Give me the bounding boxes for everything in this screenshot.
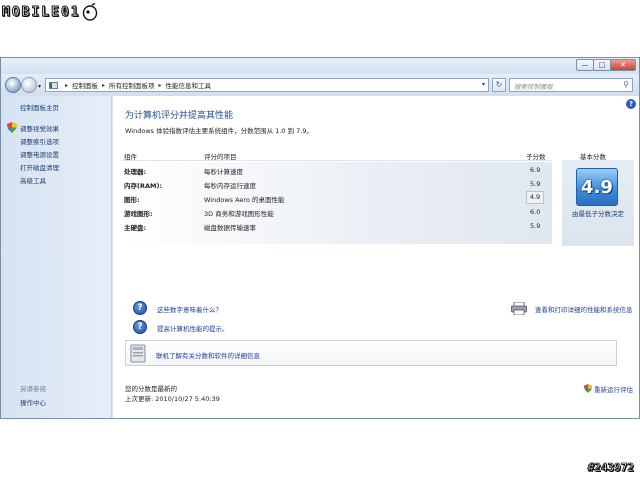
online-info-box[interactable]: 联机了解有关分数和软件的详细信息 xyxy=(125,340,617,366)
table-row: 处理器: 每秒计算速度 6.9 xyxy=(122,163,552,177)
help-question-icon: ? xyxy=(133,320,147,334)
breadcrumb-all-items[interactable]: 所有控制面板项 xyxy=(109,80,155,90)
row-subscore: 5.9 xyxy=(530,180,541,188)
breadcrumb-control-panel[interactable]: 控制面板 xyxy=(72,80,98,90)
sidebar-item-home[interactable]: 控制面板主页 xyxy=(20,102,59,112)
table-row: 主硬盘: 磁盘数据传输速率 5.9 xyxy=(122,219,552,233)
base-score-badge: 4.9 xyxy=(576,168,618,206)
row-rated-item: 3D 商务和游戏图形性能 xyxy=(204,210,274,218)
table-header: 组件 评分的项目 子分数 xyxy=(122,150,552,161)
uac-shield-icon xyxy=(584,384,592,393)
forward-arrow-icon: › xyxy=(27,80,31,90)
address-dropdown-icon[interactable]: ▾ xyxy=(482,81,485,88)
search-input[interactable]: 搜索控制面板 ⚲ xyxy=(509,78,633,92)
score-status: 您的分数是最新的 xyxy=(125,385,177,393)
see-also-heading: 另请参阅 xyxy=(20,385,46,393)
base-score-caption: 由最低子分数决定 xyxy=(572,210,624,218)
score-table: 组件 评分的项目 子分数 处理器: 每秒计算速度 6.9 内存(RAM): 每秒… xyxy=(122,150,634,274)
sidebar-item-power[interactable]: 调整电源设置 xyxy=(20,149,59,159)
row-rated-item: 磁盘数据传输速率 xyxy=(204,224,256,232)
table-row: 内存(RAM): 每秒内存运行速度 5.9 xyxy=(122,177,552,191)
back-arrow-icon: ‹ xyxy=(11,80,15,90)
breadcrumb-separator[interactable]: ▸ xyxy=(102,82,105,89)
header-subscore: 子分数 xyxy=(526,153,546,161)
logo-text: MOBILE01 xyxy=(2,4,81,20)
breadcrumb-separator[interactable]: ▸ xyxy=(65,82,68,89)
base-score-panel: 4.9 由最低子分数决定 xyxy=(562,160,634,246)
computer-icon xyxy=(130,344,146,363)
row-rated-item: 每秒计算速度 xyxy=(204,168,243,176)
header-rated-item: 评分的项目 xyxy=(204,153,237,161)
main-content: ? 为计算机评分并提高其性能 Windows 体验指数评估主要系统组件，分数范围… xyxy=(113,96,639,418)
recent-pages-dropdown-icon[interactable]: ▾ xyxy=(38,83,41,90)
maximize-button[interactable]: □ xyxy=(593,59,611,71)
link-what-numbers-mean[interactable]: 这些数字意味着什么？ xyxy=(157,304,222,314)
refresh-button[interactable]: ↻ xyxy=(492,78,506,92)
row-subscore: 6.0 xyxy=(530,208,541,216)
row-rated-item: 每秒内存运行速度 xyxy=(204,182,256,190)
row-subscore: 6.9 xyxy=(530,166,541,174)
sidebar: 控制面板主页 调整视觉效果 调整索引选项 调整电源设置 打开磁盘清理 高级工具 … xyxy=(1,96,112,418)
help-question-icon: ? xyxy=(133,301,147,315)
table-row: 游戏图形: 3D 商务和游戏图形性能 6.0 xyxy=(122,205,552,219)
row-subscore: 5.9 xyxy=(530,222,541,230)
breadcrumb-separator[interactable]: ▸ xyxy=(159,82,162,89)
header-component: 组件 xyxy=(124,153,137,161)
link-performance-tips[interactable]: 提高计算机性能的提示。 xyxy=(157,323,229,333)
printer-icon xyxy=(511,302,527,315)
help-icon[interactable]: ? xyxy=(626,99,636,109)
window-controls: — □ ✕ xyxy=(576,59,636,71)
page-description: Windows 体验指数评估主要系统组件，分数范围从 1.0 到 7.9。 xyxy=(125,127,313,135)
minimize-button[interactable]: — xyxy=(576,59,594,71)
mobile01-logo: MOBILE01 xyxy=(2,2,98,22)
base-score-value: 4.9 xyxy=(581,176,613,198)
title-bar: — □ ✕ xyxy=(1,58,639,74)
control-panel-icon xyxy=(49,81,58,89)
search-placeholder: 搜索控制面板 xyxy=(514,83,553,91)
row-component: 主硬盘: xyxy=(124,224,147,232)
last-updated: 上次更新: 2010/10/27 5:40:39 xyxy=(125,395,220,403)
link-online-details[interactable]: 联机了解有关分数和软件的详细信息 xyxy=(156,350,260,360)
back-button[interactable]: ‹ xyxy=(5,77,21,93)
watermark-id: #243972 xyxy=(587,461,634,475)
address-bar[interactable]: ▸ 控制面板 ▸ 所有控制面板项 ▸ 性能信息和工具 ▾ xyxy=(45,78,489,92)
row-component: 处理器: xyxy=(124,168,147,176)
table-row: 图形: Windows Aero 的桌面性能 4.9 xyxy=(122,191,552,205)
row-subscore-lowest: 4.9 xyxy=(526,191,544,204)
uac-shield-icon xyxy=(7,122,17,133)
forward-button[interactable]: › xyxy=(21,77,37,93)
search-icon[interactable]: ⚲ xyxy=(623,80,629,89)
row-component: 图形: xyxy=(124,196,140,204)
logo-face-icon xyxy=(82,3,97,21)
navigation-bar: ‹ › ▾ ▸ 控制面板 ▸ 所有控制面板项 ▸ 性能信息和工具 ▾ ↻ 搜索控… xyxy=(1,74,639,96)
sidebar-item-disk-cleanup[interactable]: 打开磁盘清理 xyxy=(20,162,59,172)
sidebar-item-advanced-tools[interactable]: 高级工具 xyxy=(20,175,46,185)
row-component: 游戏图形: xyxy=(124,210,153,218)
close-button[interactable]: ✕ xyxy=(610,59,636,71)
performance-window: — □ ✕ ‹ › ▾ ▸ 控制面板 ▸ 所有控制面板项 ▸ 性能信息和工具 ▾… xyxy=(0,57,640,419)
sidebar-item-visual-effects[interactable]: 调整视觉效果 xyxy=(20,123,59,133)
rerun-assessment-link[interactable]: 重新运行评估 xyxy=(594,384,633,394)
row-component: 内存(RAM): xyxy=(124,182,163,190)
page-title: 为计算机评分并提高其性能 xyxy=(125,111,234,121)
sidebar-item-indexing[interactable]: 调整索引选项 xyxy=(20,136,59,146)
row-rated-item: Windows Aero 的桌面性能 xyxy=(204,196,285,204)
link-view-print-details[interactable]: 查看和打印详细的性能和系统信息 xyxy=(535,304,633,314)
breadcrumb-performance-tools[interactable]: 性能信息和工具 xyxy=(166,80,212,90)
sidebar-item-action-center[interactable]: 操作中心 xyxy=(20,397,46,407)
